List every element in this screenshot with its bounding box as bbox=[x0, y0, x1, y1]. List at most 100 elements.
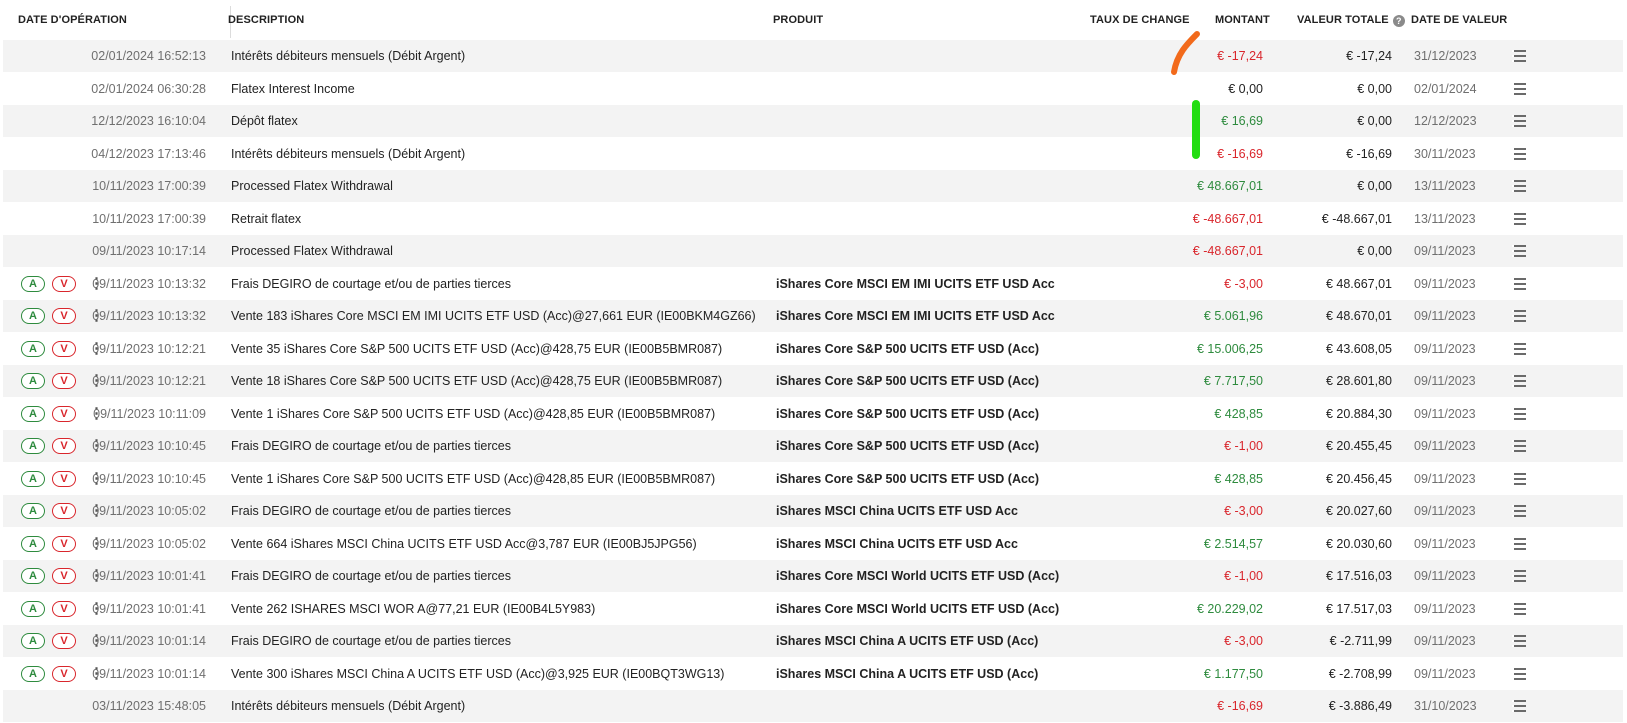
table-row[interactable]: A V ⋮ 09/11/2023 10:01:41 Vente 262 ISHARES … bbox=[3, 593, 1623, 625]
buy-button[interactable]: A bbox=[21, 633, 45, 649]
buy-button[interactable]: A bbox=[21, 373, 45, 389]
buy-button[interactable]: A bbox=[21, 470, 45, 487]
operation-date: 09/11/2023 10:10:45 bbox=[92, 439, 206, 453]
operation-date: 09/11/2023 10:17:14 bbox=[92, 244, 206, 258]
total-value-cell: € 0,00 bbox=[1357, 244, 1392, 258]
sell-button[interactable]: V bbox=[52, 535, 76, 552]
buy-button[interactable]: A bbox=[21, 600, 45, 617]
description-cell: Vente 262 ISHARES MSCI WOR A@77,21 EUR (… bbox=[231, 601, 596, 616]
list-menu-icon[interactable] bbox=[1512, 82, 1526, 95]
product-cell: iShares MSCI China UCITS ETF USD Acc bbox=[776, 504, 1018, 518]
list-menu-icon[interactable] bbox=[1512, 342, 1526, 355]
table-row[interactable]: A V ⋮ 09/11/2023 10:13:32 Vente 183 iShares … bbox=[3, 300, 1623, 333]
list-menu-icon[interactable] bbox=[1512, 245, 1526, 257]
table-row[interactable]: 12/12/2023 16:10:04 Dépôt flatex € 16,69 € … bbox=[3, 105, 1623, 138]
list-menu-icon[interactable] bbox=[1512, 212, 1526, 225]
buy-button[interactable]: A bbox=[21, 438, 45, 454]
table-row[interactable]: 02/01/2024 16:52:13 Intérêts débiteurs me… bbox=[3, 40, 1623, 73]
table-row[interactable]: 03/11/2023 15:48:05 Intérêts débiteurs me… bbox=[3, 690, 1623, 723]
list-menu-icon[interactable] bbox=[1512, 407, 1526, 420]
buy-button[interactable]: A bbox=[21, 568, 45, 584]
total-value-cell: € 20.027,60 bbox=[1325, 504, 1392, 518]
table-row[interactable]: 09/11/2023 10:17:14 Processed Flatex With… bbox=[3, 235, 1623, 268]
list-menu-icon[interactable] bbox=[1512, 635, 1526, 647]
table-row[interactable]: A V ⋮ 09/11/2023 10:10:45 Frais DEGIRO de co… bbox=[3, 430, 1623, 463]
list-menu-icon[interactable] bbox=[1512, 472, 1526, 485]
header-date-de-valeur[interactable]: DATE DE VALEUR bbox=[1411, 14, 1507, 26]
help-circle-icon[interactable]: ? bbox=[1392, 15, 1405, 27]
buy-button[interactable]: A bbox=[21, 340, 45, 357]
header-date-operation[interactable]: DATE D'OPÉRATION bbox=[18, 14, 127, 26]
table-row[interactable]: A V ⋮ 09/11/2023 10:13:32 Frais DEGIRO de co… bbox=[3, 268, 1623, 300]
total-value-cell: € 48.670,01 bbox=[1325, 309, 1392, 323]
sell-button[interactable]: V bbox=[52, 568, 76, 584]
product-cell: iShares Core MSCI EM IMI UCITS ETF USD A… bbox=[776, 309, 1055, 323]
list-menu-icon[interactable] bbox=[1512, 310, 1526, 322]
sell-button[interactable]: V bbox=[52, 470, 76, 487]
table-row[interactable]: A V ⋮ 09/11/2023 10:05:02 Vente 664 iShares … bbox=[3, 528, 1623, 560]
header-produit[interactable]: PRODUIT bbox=[773, 14, 823, 26]
sell-button[interactable]: V bbox=[52, 373, 76, 389]
description-cell: Frais DEGIRO de courtage et/ou de partie… bbox=[231, 504, 511, 518]
product-cell: iShares Core MSCI EM IMI UCITS ETF USD A… bbox=[776, 276, 1055, 291]
table-row[interactable]: A V ⋮ 09/11/2023 10:10:45 Vente 1 iShares Co… bbox=[3, 463, 1623, 495]
header-montant[interactable]: MONTANT bbox=[1215, 14, 1270, 26]
buy-button[interactable]: A bbox=[21, 503, 45, 519]
list-menu-icon[interactable] bbox=[1512, 180, 1526, 192]
sell-button[interactable]: V bbox=[52, 340, 76, 357]
table-row[interactable]: A V ⋮ 09/11/2023 10:01:14 Frais DEGIRO de co… bbox=[3, 625, 1623, 658]
sell-button[interactable]: V bbox=[52, 438, 76, 454]
operation-date: 09/11/2023 10:01:41 bbox=[92, 601, 206, 616]
list-menu-icon[interactable] bbox=[1512, 570, 1526, 582]
buy-button[interactable]: A bbox=[21, 665, 45, 682]
table-row[interactable]: A V ⋮ 09/11/2023 10:01:41 Frais DEGIRO de co… bbox=[3, 560, 1623, 593]
header-valeur-totale[interactable]: VALEUR TOTALE? bbox=[1297, 14, 1405, 27]
description-cell: Vente 35 iShares Core S&P 500 UCITS ETF … bbox=[231, 341, 723, 356]
value-date-cell: 02/01/2024 bbox=[1414, 81, 1477, 96]
header-taux-de-change[interactable]: TAUX DE CHANGE bbox=[1090, 14, 1190, 26]
list-menu-icon[interactable] bbox=[1512, 505, 1526, 517]
operation-date: 09/11/2023 10:10:45 bbox=[92, 471, 206, 486]
transactions-table: DATE D'OPÉRATION DESCRIPTION PRODUIT TAU… bbox=[3, 0, 1623, 723]
header-description[interactable]: DESCRIPTION bbox=[228, 14, 304, 26]
description-cell: Frais DEGIRO de courtage et/ou de partie… bbox=[231, 569, 511, 583]
table-row[interactable]: 10/11/2023 17:00:39 Processed Flatex With… bbox=[3, 170, 1623, 203]
total-value-cell: € 20.455,45 bbox=[1325, 439, 1392, 453]
buy-button[interactable]: A bbox=[21, 405, 45, 422]
sell-button[interactable]: V bbox=[52, 633, 76, 649]
table-row[interactable]: A V ⋮ 09/11/2023 10:11:09 Vente 1 iShares Co… bbox=[3, 398, 1623, 430]
table-row[interactable]: A V ⋮ 09/11/2023 10:01:14 Vente 300 iShares … bbox=[3, 658, 1623, 690]
list-menu-icon[interactable] bbox=[1512, 375, 1526, 387]
sell-button[interactable]: V bbox=[52, 503, 76, 519]
table-row[interactable]: 02/01/2024 06:30:28 Flatex Interest Incom… bbox=[3, 73, 1623, 105]
buy-button[interactable]: A bbox=[21, 308, 45, 324]
value-date-cell: 09/11/2023 bbox=[1414, 601, 1476, 616]
product-cell: iShares Core S&P 500 UCITS ETF USD (Acc) bbox=[776, 341, 1040, 356]
table-row[interactable]: A V ⋮ 09/11/2023 10:12:21 Vente 18 iShares C… bbox=[3, 365, 1623, 398]
product-cell: iShares Core MSCI World UCITS ETF USD (A… bbox=[776, 601, 1060, 616]
list-menu-icon[interactable] bbox=[1512, 667, 1526, 680]
sell-button[interactable]: V bbox=[52, 665, 76, 682]
table-row[interactable]: 04/12/2023 17:13:46 Intérêts débiteurs me… bbox=[3, 138, 1623, 170]
table-row[interactable]: A V ⋮ 09/11/2023 10:05:02 Frais DEGIRO de co… bbox=[3, 495, 1623, 528]
buy-button[interactable]: A bbox=[21, 275, 45, 292]
sell-button[interactable]: V bbox=[52, 308, 76, 324]
list-menu-icon[interactable] bbox=[1512, 440, 1526, 452]
total-value-cell: € 0,00 bbox=[1357, 81, 1392, 96]
total-value-cell: € -48.667,01 bbox=[1321, 211, 1392, 226]
buy-button[interactable]: A bbox=[21, 535, 45, 552]
list-menu-icon[interactable] bbox=[1512, 147, 1526, 160]
list-menu-icon[interactable] bbox=[1512, 50, 1526, 62]
amount-cell: € -48.667,01 bbox=[1192, 244, 1263, 258]
sell-button[interactable]: V bbox=[52, 600, 76, 617]
list-menu-icon[interactable] bbox=[1512, 602, 1526, 615]
list-menu-icon[interactable] bbox=[1512, 115, 1526, 127]
sell-button[interactable]: V bbox=[52, 405, 76, 422]
description-cell: Vente 1 iShares Core S&P 500 UCITS ETF U… bbox=[231, 471, 716, 486]
table-row[interactable]: 10/11/2023 17:00:39 Retrait flatex € -48.6… bbox=[3, 203, 1623, 235]
table-row[interactable]: A V ⋮ 09/11/2023 10:12:21 Vente 35 iShares C… bbox=[3, 333, 1623, 365]
list-menu-icon[interactable] bbox=[1512, 277, 1526, 290]
sell-button[interactable]: V bbox=[52, 275, 76, 292]
list-menu-icon[interactable] bbox=[1512, 537, 1526, 550]
list-menu-icon[interactable] bbox=[1512, 700, 1526, 712]
